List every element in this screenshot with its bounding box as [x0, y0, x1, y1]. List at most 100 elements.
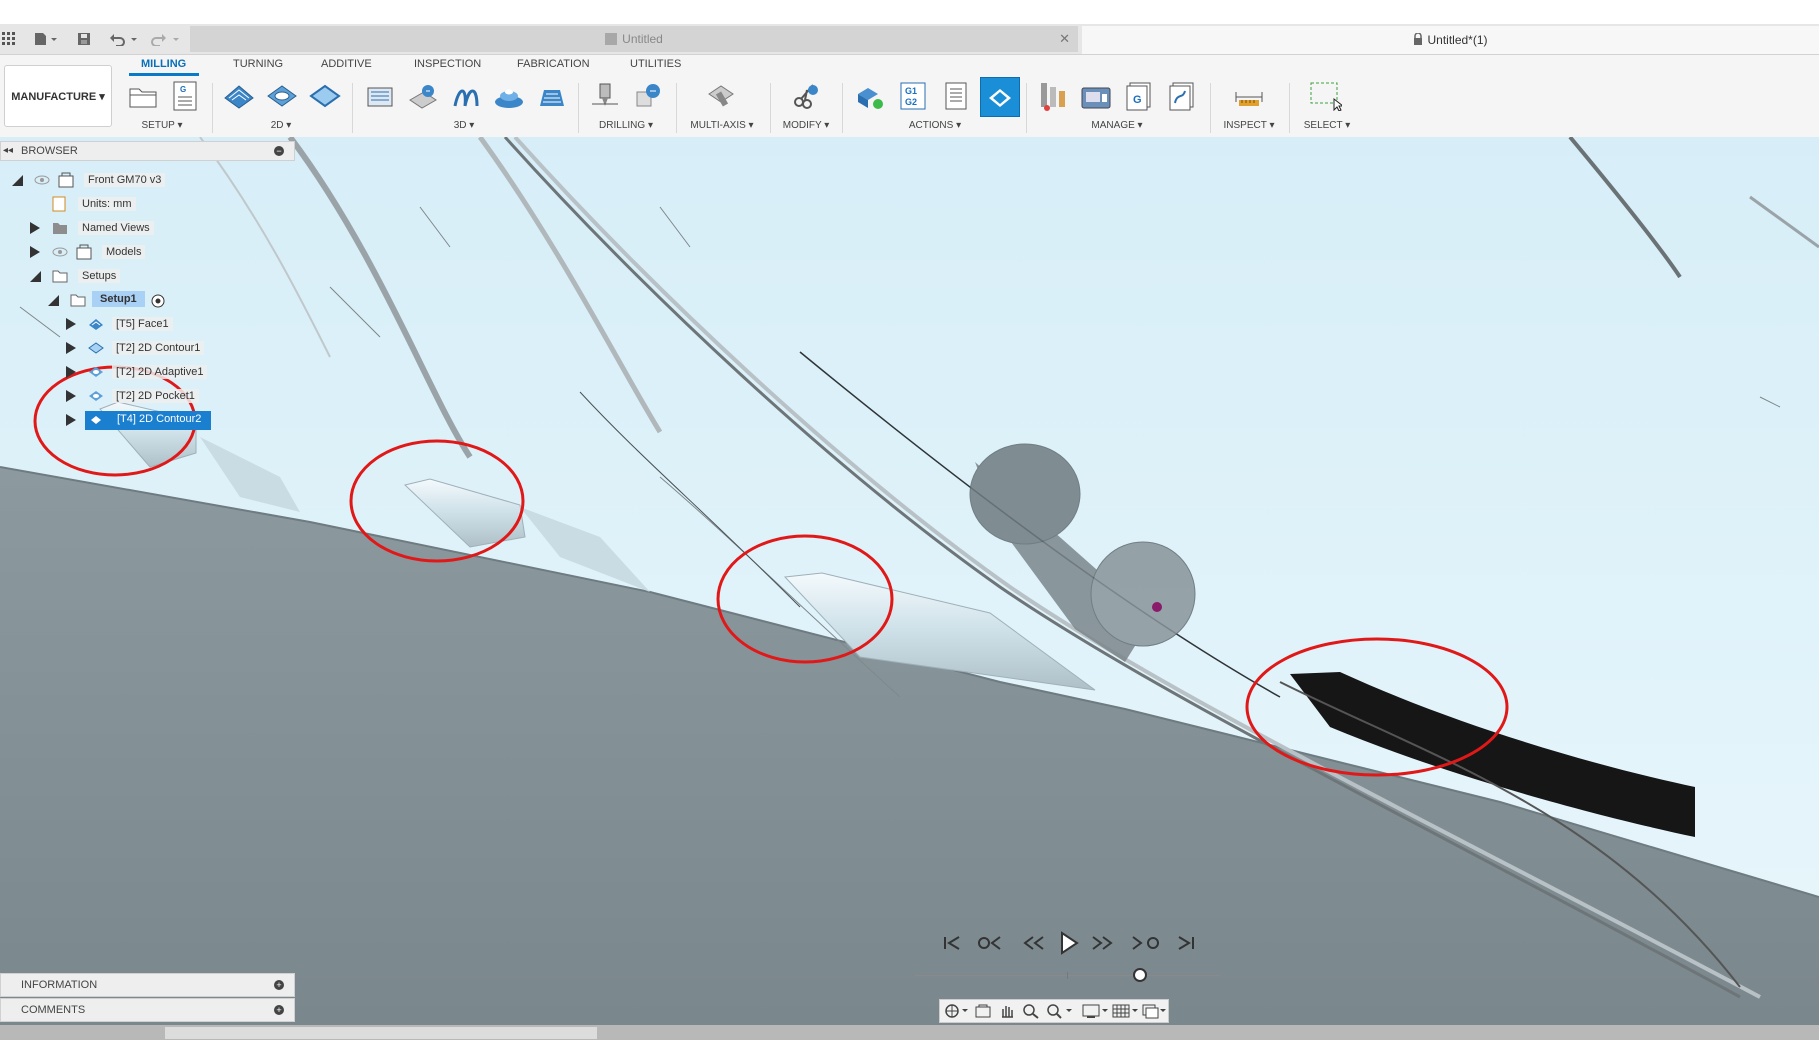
- group-label-drilling[interactable]: DRILLING ▾: [599, 120, 653, 131]
- horizontal-scrollbar-thumb[interactable]: [165, 1027, 597, 1039]
- ribbon-divider: [842, 83, 843, 133]
- collapse-panel-icon[interactable]: ◂◂: [3, 145, 13, 156]
- expand-toggle-icon[interactable]: [66, 414, 76, 426]
- hole-recognition-icon[interactable]: [631, 80, 665, 112]
- expand-toggle-icon[interactable]: [30, 271, 41, 282]
- tab-milling[interactable]: MILLING: [141, 58, 186, 70]
- machine-library-icon[interactable]: [1079, 80, 1113, 112]
- folder-setup-icon[interactable]: [126, 80, 160, 112]
- 2d-face-icon[interactable]: [222, 80, 256, 112]
- expand-toggle-icon[interactable]: [66, 390, 76, 402]
- browser-title: BROWSER: [21, 145, 78, 157]
- 3d-contour-icon[interactable]: [449, 80, 483, 112]
- expand-toggle-icon[interactable]: [12, 175, 23, 186]
- setup-folder-icon: [70, 293, 86, 310]
- active-tab-indicator: [129, 73, 199, 76]
- tab-utilities[interactable]: UTILITIES: [630, 58, 681, 70]
- group-label-inspect[interactable]: INSPECT ▾: [1224, 120, 1275, 131]
- ribbon-divider: [676, 83, 677, 133]
- rewind-icon[interactable]: [1020, 930, 1048, 956]
- nc-program-icon[interactable]: G: [168, 80, 202, 112]
- contour-operation-icon: [88, 341, 104, 358]
- expand-toggle-icon[interactable]: [30, 222, 40, 234]
- group-label-setup[interactable]: SETUP ▾: [142, 120, 183, 131]
- expand-plus-icon[interactable]: +: [274, 980, 284, 990]
- expand-toggle-icon[interactable]: [30, 246, 40, 258]
- minimize-icon[interactable]: −: [274, 146, 284, 156]
- tab-untitled[interactable]: Untitled ✕: [190, 26, 1078, 52]
- skip-to-start-icon[interactable]: [940, 930, 964, 956]
- expand-toggle-icon[interactable]: [48, 295, 59, 306]
- eye-icon[interactable]: [34, 174, 50, 189]
- modify-scissors-icon[interactable]: [789, 80, 823, 112]
- browser-header[interactable]: ◂◂ BROWSER −: [0, 141, 295, 161]
- group-label-actions[interactable]: ACTIONS ▾: [909, 120, 961, 131]
- tab-additive[interactable]: ADDITIVE: [321, 58, 372, 70]
- 3d-adaptive-icon[interactable]: [363, 80, 397, 112]
- group-label-modify[interactable]: MODIFY ▾: [783, 120, 830, 131]
- lock-icon: [1413, 31, 1423, 48]
- tab-turning[interactable]: TURNING: [233, 58, 283, 70]
- folder-open-icon: [52, 269, 68, 286]
- simulate-icon[interactable]: [853, 80, 887, 112]
- 3d-pocket-icon[interactable]: [406, 80, 440, 112]
- post-process-icon[interactable]: G1 G2: [896, 80, 930, 112]
- grid-settings-icon[interactable]: [1112, 1003, 1140, 1022]
- next-marker-icon[interactable]: [1130, 930, 1162, 956]
- previous-marker-icon[interactable]: [975, 930, 1005, 956]
- save-icon[interactable]: [76, 30, 92, 48]
- post-library-icon[interactable]: G: [1122, 80, 1156, 112]
- expand-toggle-icon[interactable]: [66, 366, 76, 378]
- 3d-parallel-icon[interactable]: [492, 80, 526, 112]
- setups-label: Setups: [78, 269, 121, 283]
- template-library-icon[interactable]: [1165, 80, 1199, 112]
- tab-inspection[interactable]: INSPECTION: [414, 58, 481, 70]
- orbit-icon[interactable]: [944, 1003, 970, 1022]
- 3d-scallop-icon[interactable]: [535, 80, 569, 112]
- fast-forward-icon[interactable]: [1088, 930, 1116, 956]
- 2d-contour-icon[interactable]: [308, 80, 342, 112]
- group-label-multi-axis[interactable]: MULTI-AXIS ▾: [690, 120, 753, 131]
- information-panel[interactable]: INFORMATION +: [0, 973, 295, 997]
- models-label: Models: [102, 245, 146, 259]
- workspace-switcher-button[interactable]: MANUFACTURE ▾: [4, 65, 112, 127]
- eye-icon[interactable]: [52, 246, 68, 261]
- timeline-tick: [1067, 972, 1068, 979]
- tool-library-icon[interactable]: [1036, 80, 1070, 112]
- window-select-icon[interactable]: [1308, 80, 1342, 112]
- ribbon-divider: [212, 83, 213, 133]
- redo-icon[interactable]: [150, 30, 182, 48]
- tab-active-document[interactable]: Untitled*(1): [1082, 26, 1819, 54]
- expand-toggle-icon[interactable]: [66, 318, 76, 330]
- zoom-window-icon[interactable]: [1046, 1003, 1074, 1022]
- pan-hand-icon[interactable]: [998, 1003, 1016, 1022]
- measure-icon[interactable]: [1232, 80, 1266, 112]
- group-label-3d[interactable]: 3D ▾: [454, 120, 475, 131]
- comments-panel[interactable]: COMMENTS +: [0, 998, 295, 1022]
- drill-icon[interactable]: [588, 80, 622, 112]
- undo-icon[interactable]: [108, 30, 140, 48]
- play-icon[interactable]: [1056, 930, 1082, 956]
- look-at-icon[interactable]: [974, 1003, 992, 1022]
- file-menu-icon[interactable]: [32, 30, 60, 48]
- viewports-icon[interactable]: [1142, 1003, 1168, 1022]
- setup-sheet-icon[interactable]: [939, 80, 973, 112]
- display-settings-icon[interactable]: [1082, 1003, 1110, 1022]
- zoom-icon[interactable]: [1022, 1003, 1040, 1022]
- multi-axis-icon[interactable]: [705, 80, 739, 112]
- expand-toggle-icon[interactable]: [66, 342, 76, 354]
- skip-to-end-icon[interactable]: [1174, 930, 1198, 956]
- close-icon[interactable]: ✕: [1059, 31, 1070, 47]
- expand-plus-icon[interactable]: +: [274, 1005, 284, 1015]
- 2d-adaptive-icon[interactable]: [265, 80, 299, 112]
- activate-target-icon[interactable]: [151, 294, 165, 311]
- generate-toolpath-icon[interactable]: [980, 77, 1020, 117]
- ribbon-divider: [1026, 83, 1027, 133]
- app-grid-icon[interactable]: [2, 30, 16, 48]
- group-label-2d[interactable]: 2D ▾: [271, 120, 292, 131]
- ribbon-divider: [1210, 83, 1211, 133]
- group-label-manage[interactable]: MANAGE ▾: [1091, 120, 1142, 131]
- timeline-slider-handle[interactable]: [1133, 968, 1147, 982]
- tab-fabrication[interactable]: FABRICATION: [517, 58, 590, 70]
- group-label-select[interactable]: SELECT ▾: [1304, 120, 1351, 131]
